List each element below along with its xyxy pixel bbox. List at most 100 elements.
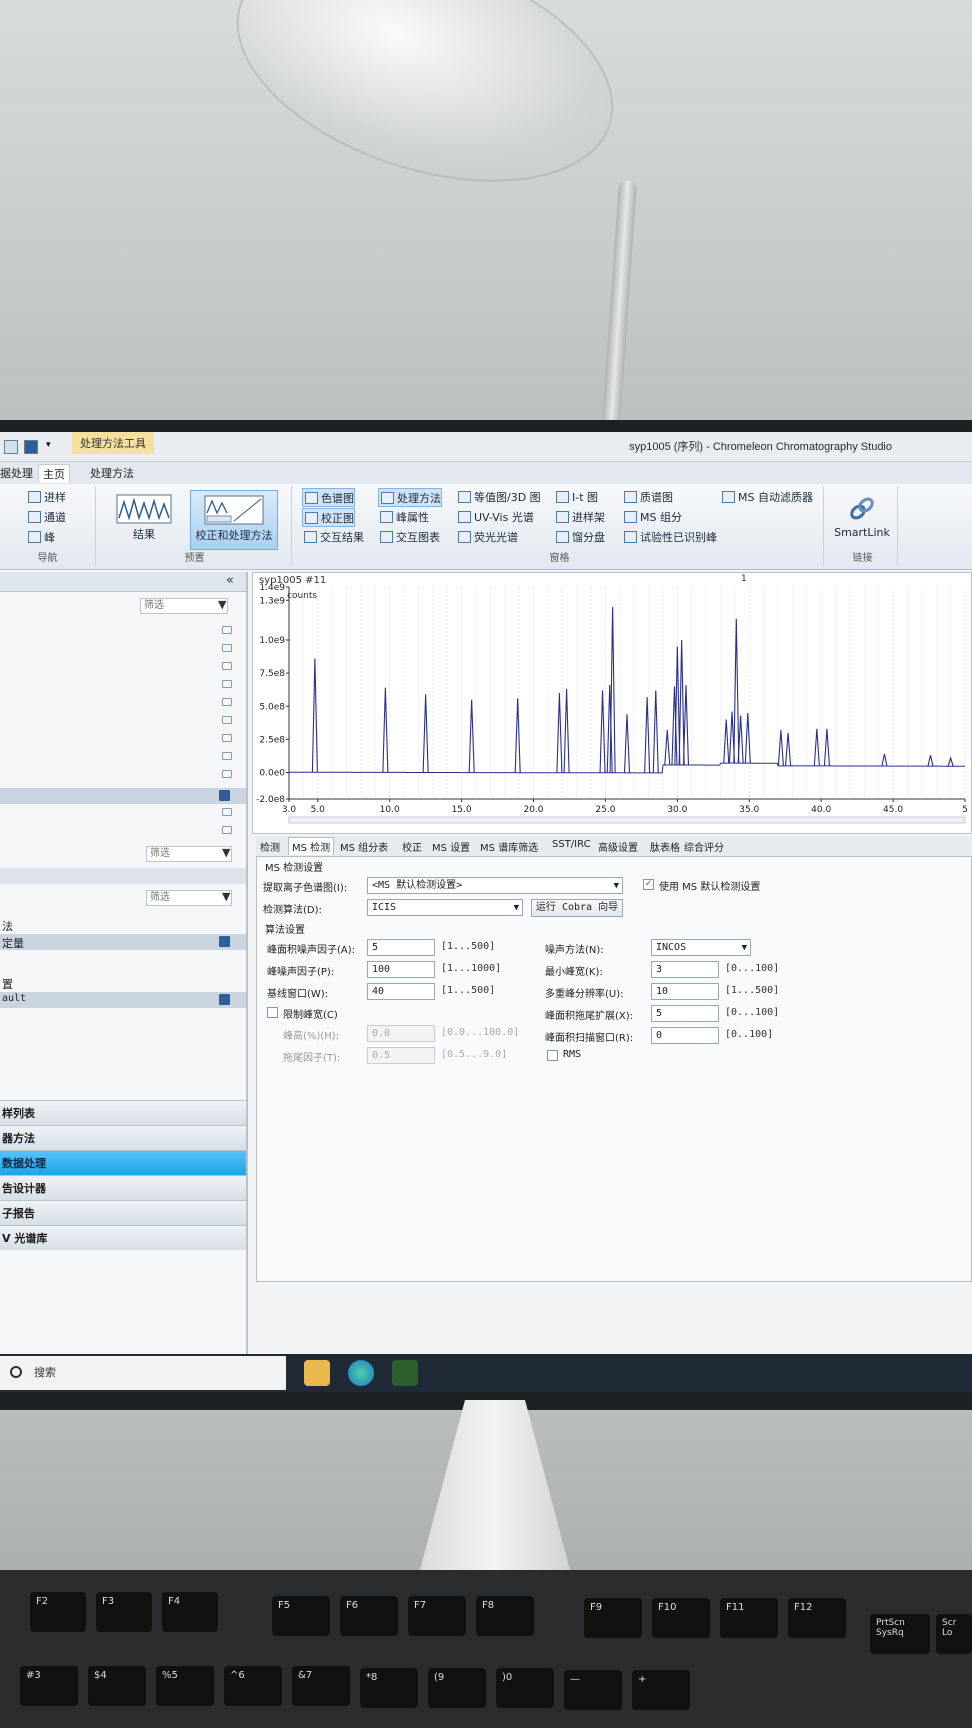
tailing-factor-input[interactable]: 0.5	[367, 1047, 435, 1064]
default-band[interactable]: ault	[0, 992, 246, 1008]
pane-peak-properties[interactable]: 峰属性	[378, 508, 429, 527]
funnel-icon[interactable]: ▼	[222, 846, 230, 859]
pane-tentative-peaks[interactable]: 试验性已识别峰	[622, 528, 717, 547]
tab-detection[interactable]: 检测	[260, 839, 280, 854]
min-peak-width-input[interactable]: 3	[651, 961, 719, 978]
pin-icon[interactable]	[222, 626, 232, 634]
tab-ms-library-screening[interactable]: MS 谱库筛选	[480, 839, 538, 854]
pane-interactive-results[interactable]: 交互结果	[302, 528, 364, 547]
pane-processing-method[interactable]: 处理方法	[378, 488, 442, 507]
pane-i-t-plot[interactable]: I-t 图	[554, 488, 598, 507]
key-8[interactable]: *8	[360, 1668, 418, 1708]
key-0[interactable]: )0	[496, 1668, 554, 1708]
pane-ms-auto-filter[interactable]: MS 自动滤质器	[720, 488, 813, 507]
collapse-icon[interactable]: «	[226, 573, 234, 588]
tab-ms-settings[interactable]: MS 设置	[432, 839, 470, 854]
peak-noise-input[interactable]: 100	[367, 961, 435, 978]
key-plus[interactable]: +	[632, 1670, 690, 1710]
pin-icon[interactable]	[222, 644, 232, 652]
smartlink-button[interactable]: SmartLink	[830, 490, 894, 550]
key-f6[interactable]: F6	[340, 1596, 398, 1636]
tab-sst-irc[interactable]: SST/IRC	[552, 839, 591, 850]
chromeleon-app-icon[interactable]	[392, 1360, 418, 1386]
nav-report-designer[interactable]: 告设计器	[0, 1175, 246, 1200]
tab-advanced-settings[interactable]: 高级设置	[598, 839, 638, 854]
tab-home[interactable]: 主页	[38, 464, 70, 483]
quant-band[interactable]: 定量	[0, 934, 246, 950]
results-button[interactable]: 结果	[102, 490, 186, 550]
baseline-window-input[interactable]: 40	[367, 983, 435, 1000]
pin-icon[interactable]	[222, 826, 232, 834]
cobra-wizard-button[interactable]: 运行 Cobra 向导	[531, 899, 623, 917]
key-f11[interactable]: F11	[720, 1598, 778, 1638]
pane-mass-spectrum[interactable]: 质谱图	[622, 488, 673, 507]
pane-contour-3d[interactable]: 等值图/3D 图	[456, 488, 541, 507]
back-icon[interactable]	[4, 440, 18, 454]
key-prtscn[interactable]: PrtScn SysRq	[870, 1614, 930, 1654]
key-f5[interactable]: F5	[272, 1596, 330, 1636]
chromatogram-svg[interactable]: 1.4e9 1.3e9 1.0e9 7.5e8 5.0e8 2.5e8 0.0e0 -2.0e…	[253, 573, 971, 833]
tab-ms-detection[interactable]: MS 检测	[288, 837, 335, 855]
pane-chromatogram[interactable]: 色谱图	[302, 488, 355, 507]
pin-icon[interactable]	[222, 752, 232, 760]
pin-icon[interactable]	[222, 770, 232, 778]
extract-ion-dropdown[interactable]: <MS 默认检测设置> ▼	[367, 877, 623, 894]
funnel-icon[interactable]: ▼	[222, 890, 230, 903]
key-f2[interactable]: F2	[30, 1592, 86, 1632]
edge-browser-icon[interactable]	[348, 1360, 374, 1386]
tools-tab[interactable]: 处理方法工具	[72, 432, 154, 454]
dropdown-icon[interactable]: ▾	[46, 440, 54, 454]
calibration-processing-button[interactable]: 校正和处理方法	[190, 490, 278, 550]
area-noise-input[interactable]: 5	[367, 939, 435, 956]
multiplet-resolution-input[interactable]: 10	[651, 983, 719, 1000]
pane-rack[interactable]: 进样架	[554, 508, 605, 527]
key-f7[interactable]: F7	[408, 1596, 466, 1636]
nav-peak-button[interactable]: 峰	[26, 528, 55, 547]
key-9[interactable]: (9	[428, 1668, 486, 1708]
area-tail-extension-input[interactable]: 5	[651, 1005, 719, 1022]
nav-sequence-list[interactable]: 样列表	[0, 1100, 246, 1125]
save-icon[interactable]	[219, 790, 230, 801]
pane-fraction-tray[interactable]: 馏分盘	[554, 528, 605, 547]
nav-instrument-method[interactable]: 器方法	[0, 1125, 246, 1150]
key-6[interactable]: ^6	[224, 1666, 282, 1706]
use-default-checkbox[interactable]: ✓	[643, 879, 654, 890]
key-scroll-lock[interactable]: Scr Lo	[936, 1614, 972, 1654]
key-f9[interactable]: F9	[584, 1598, 642, 1638]
taskbar-search[interactable]: 搜索	[0, 1356, 286, 1390]
file-explorer-icon[interactable]	[304, 1360, 330, 1386]
algorithm-dropdown[interactable]: ICIS ▼	[367, 899, 523, 916]
save-icon[interactable]	[219, 994, 230, 1005]
rms-checkbox[interactable]	[547, 1050, 558, 1061]
pin-icon[interactable]	[222, 698, 232, 706]
nav-e-report[interactable]: 子报告	[0, 1200, 246, 1225]
filter-input-1[interactable]: 筛选	[140, 598, 228, 614]
key-4[interactable]: $4	[88, 1666, 146, 1706]
key-minus[interactable]: —	[564, 1670, 622, 1710]
key-f4[interactable]: F4	[162, 1592, 218, 1632]
key-5[interactable]: %5	[156, 1666, 214, 1706]
tab-overall-score[interactable]: 综合评分	[684, 839, 724, 854]
nav-data-processing[interactable]: 数据处理	[0, 1150, 246, 1175]
tab-calibration[interactable]: 校正	[402, 839, 422, 854]
pin-icon[interactable]	[222, 734, 232, 742]
chromatogram-pane[interactable]: syp1005 #11 1 counts 1.4e9 1.3e9 1.0e9 7.5e…	[252, 572, 972, 834]
constrain-width-checkbox[interactable]	[267, 1007, 278, 1018]
peak-height-input[interactable]: 0.0	[367, 1025, 435, 1042]
save-icon[interactable]	[219, 936, 230, 947]
pane-interactive-charts[interactable]: 交互图表	[378, 528, 440, 547]
pane-ms-components[interactable]: MS 组分	[622, 508, 682, 527]
nav-injection-button[interactable]: 进样	[26, 488, 66, 507]
nav-uv-library[interactable]: V 光谱库	[0, 1225, 246, 1250]
tab-processing-method[interactable]: 处理方法	[90, 465, 134, 481]
save-icon[interactable]	[24, 440, 38, 454]
filter-input-2[interactable]: 筛选	[146, 846, 232, 862]
key-f10[interactable]: F10	[652, 1598, 710, 1638]
key-f12[interactable]: F12	[788, 1598, 846, 1638]
key-f8[interactable]: F8	[476, 1596, 534, 1636]
tab-ms-component-table[interactable]: MS 组分表	[340, 839, 388, 854]
key-f3[interactable]: F3	[96, 1592, 152, 1632]
nav-channel-button[interactable]: 通道	[26, 508, 66, 527]
pin-icon[interactable]	[222, 808, 232, 816]
noise-method-dropdown[interactable]: INCOS ▼	[651, 939, 751, 956]
